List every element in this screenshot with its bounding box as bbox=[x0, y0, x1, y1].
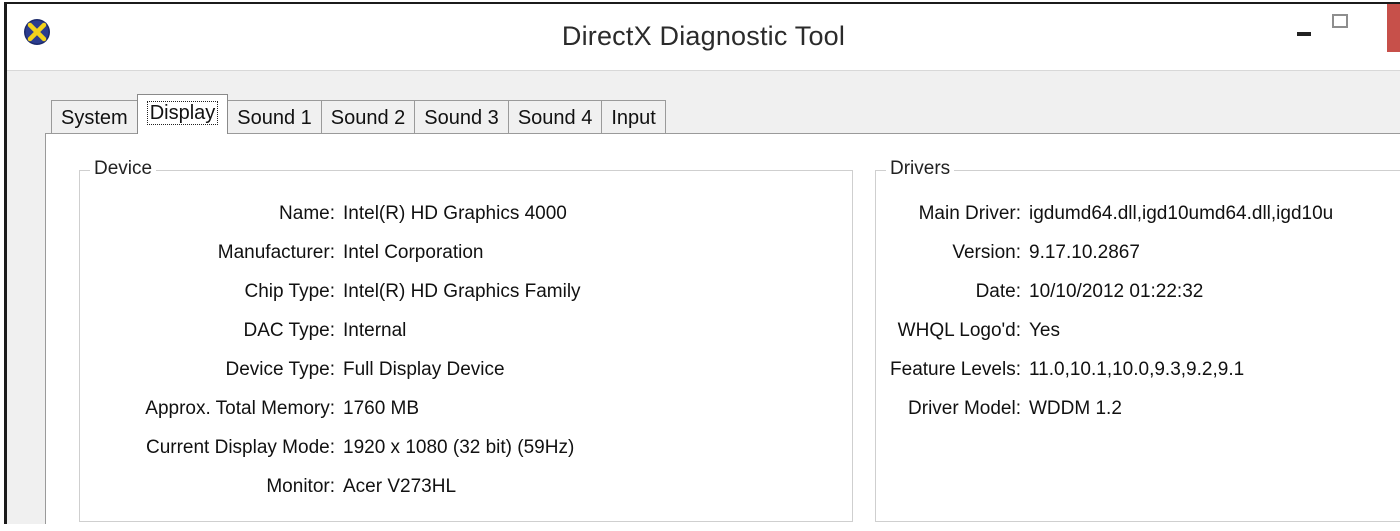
field-value: Intel(R) HD Graphics 4000 bbox=[343, 203, 567, 224]
field-label: Main Driver: bbox=[918, 203, 1021, 224]
field-label: Version: bbox=[952, 242, 1021, 263]
field-value: Intel(R) HD Graphics Family bbox=[343, 281, 581, 302]
field-value: WDDM 1.2 bbox=[1029, 398, 1122, 419]
field-value: 1760 MB bbox=[343, 398, 420, 419]
field-value: Yes bbox=[1029, 320, 1060, 341]
drivers-group: Drivers Main Driver: igdumd64.dll,igd10u… bbox=[875, 158, 1400, 522]
field-label: Name: bbox=[279, 203, 335, 224]
field-label: Approx. Total Memory: bbox=[145, 398, 335, 419]
field-label: Chip Type: bbox=[244, 281, 335, 302]
tab-label: Sound 1 bbox=[237, 107, 312, 129]
screenshot: DirectX Diagnostic Tool System Display S… bbox=[0, 0, 1400, 531]
field-label: Date: bbox=[975, 281, 1021, 302]
close-icon[interactable] bbox=[1387, 4, 1400, 52]
device-group-legend: Device bbox=[90, 158, 157, 180]
field-value: Acer V273HL bbox=[343, 476, 457, 497]
tab-label: Sound 4 bbox=[517, 107, 593, 129]
field-value: Internal bbox=[343, 320, 407, 341]
field-label: Current Display Mode: bbox=[145, 437, 335, 458]
field-label: Feature Levels: bbox=[890, 359, 1021, 380]
field-value: 10/10/2012 01:22:32 bbox=[1029, 281, 1204, 302]
field-value: Intel Corporation bbox=[343, 242, 484, 263]
tab-strip: System Display Sound 1 Sound 2 Sound 3 S… bbox=[51, 94, 666, 134]
field-label: Device Type: bbox=[225, 359, 335, 380]
window-title: DirectX Diagnostic Tool bbox=[561, 21, 846, 51]
tab-label: Sound 2 bbox=[330, 107, 406, 129]
tab-sound-1[interactable]: Sound 1 bbox=[227, 100, 322, 134]
field-label: WHQL Logo'd: bbox=[897, 320, 1021, 341]
tab-system[interactable]: System bbox=[51, 100, 138, 134]
tab-sound-2[interactable]: Sound 2 bbox=[320, 100, 416, 134]
tab-input[interactable]: Input bbox=[601, 100, 666, 134]
field-value: igdumd64.dll,igd10umd64.dll,igd10u bbox=[1029, 203, 1334, 224]
field-label: DAC Type: bbox=[243, 320, 335, 341]
maximize-icon[interactable] bbox=[1332, 14, 1348, 28]
field-value: 1920 x 1080 (32 bit) (59Hz) bbox=[343, 437, 575, 458]
tab-sound-3[interactable]: Sound 3 bbox=[414, 100, 509, 134]
field-label: Monitor: bbox=[266, 476, 335, 497]
tab-label: Input bbox=[611, 107, 656, 129]
field-label: Manufacturer: bbox=[217, 242, 335, 263]
tab-label: Sound 3 bbox=[424, 107, 499, 129]
title-bar[interactable]: DirectX Diagnostic Tool bbox=[7, 4, 1400, 71]
tab-sound-4[interactable]: Sound 4 bbox=[507, 100, 603, 134]
minimize-icon[interactable] bbox=[1297, 32, 1311, 36]
device-group: Device Name: Intel(R) HD Graphics 4000 M… bbox=[79, 158, 853, 522]
field-value: Full Display Device bbox=[343, 359, 505, 380]
dxdiag-window: DirectX Diagnostic Tool System Display S… bbox=[4, 2, 1400, 524]
drivers-group-legend: Drivers bbox=[886, 158, 955, 180]
field-label: Driver Model: bbox=[908, 398, 1021, 419]
field-value: 9.17.10.2867 bbox=[1029, 242, 1140, 263]
field-value: 11.0,10.1,10.0,9.3,9.2,9.1 bbox=[1029, 359, 1245, 380]
tab-label: Display bbox=[146, 101, 219, 125]
tab-display[interactable]: Display bbox=[136, 94, 229, 134]
display-tab-page: Device Name: Intel(R) HD Graphics 4000 M… bbox=[45, 133, 1400, 524]
tab-label: System bbox=[61, 107, 128, 129]
